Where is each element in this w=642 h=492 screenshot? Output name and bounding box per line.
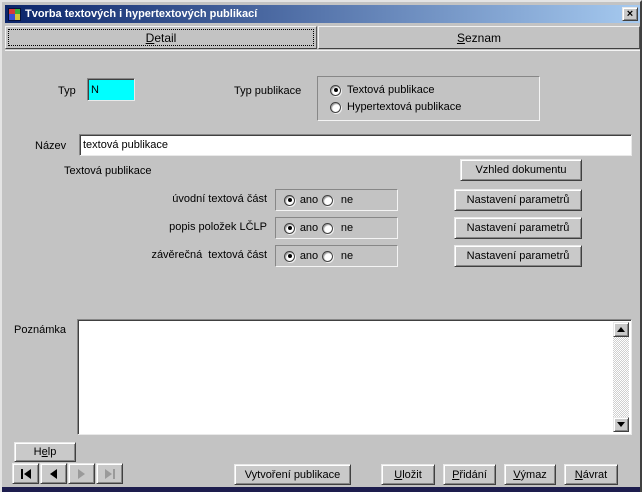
uvodni-cast-label: úvodní textová část xyxy=(62,193,267,205)
radio-ne-icon[interactable] xyxy=(322,223,333,234)
radio-ano-label: ano xyxy=(296,194,322,206)
radio-label: Hypertextová publikace xyxy=(347,101,461,113)
tab-seznam-label: Seznam xyxy=(457,31,501,45)
radio-ne-label: ne xyxy=(334,222,360,234)
nazev-input[interactable] xyxy=(79,134,632,156)
typ-input[interactable] xyxy=(87,78,135,101)
poznamka-memo-text xyxy=(80,322,611,432)
app-icon xyxy=(8,8,21,21)
prev-record-icon[interactable] xyxy=(40,463,67,484)
radio-ano-icon[interactable] xyxy=(284,251,295,262)
radio-ne-label: ne xyxy=(334,250,360,262)
radio-option-hypertextova-publikace[interactable]: Hypertextová publikace xyxy=(330,101,539,113)
typ-publikace-label: Typ publikace xyxy=(234,85,301,97)
nazev-label: Název xyxy=(35,140,66,152)
radio-ne-icon[interactable] xyxy=(322,195,333,206)
section-heading: Textová publikace xyxy=(64,165,151,177)
tab-detail[interactable]: Detail xyxy=(5,26,317,49)
radio-ano-label: ano xyxy=(296,222,322,234)
window-title: Tvorba textových i hypertextových publik… xyxy=(25,8,618,20)
zaverecna-cast-radio-panel: ano ne xyxy=(275,245,398,267)
radio-icon xyxy=(330,85,341,96)
radio-ano-icon[interactable] xyxy=(284,195,295,206)
radio-ano-icon[interactable] xyxy=(284,223,295,234)
vzhled-dokumentu-button[interactable]: Vzhled dokumentu xyxy=(460,159,582,181)
radio-ano-label: ano xyxy=(296,250,322,262)
tab-seznam[interactable]: Seznam xyxy=(318,26,640,49)
nastaveni-parametru-button-2[interactable]: Nastavení parametrů xyxy=(454,217,582,239)
tab-detail-label: Detail xyxy=(146,31,177,45)
popis-polozek-label: popis položek LČLP xyxy=(62,221,267,233)
memo-scrollbar[interactable] xyxy=(613,322,629,432)
ulozit-button[interactable]: Uložit xyxy=(381,464,435,485)
vytvoreni-publikace-button[interactable]: Vytvoření publikace xyxy=(234,464,351,485)
popis-polozek-radio-panel: ano ne xyxy=(275,217,398,239)
close-icon[interactable]: × xyxy=(622,7,638,21)
typ-label: Typ xyxy=(58,85,76,97)
zaverecna-cast-label: závěrečná textová část xyxy=(62,249,267,261)
radio-ne-label: ne xyxy=(334,194,360,206)
navrat-button[interactable]: Návrat xyxy=(564,464,618,485)
dialog-window: Tvorba textových i hypertextových publik… xyxy=(0,0,642,492)
tabbar-highlight xyxy=(5,50,641,51)
poznamka-memo[interactable] xyxy=(77,319,632,435)
uvodni-cast-radio-panel: ano ne xyxy=(275,189,398,211)
radio-option-textova-publikace[interactable]: Textová publikace xyxy=(330,84,539,96)
radio-ne-icon[interactable] xyxy=(322,251,333,262)
next-record-icon[interactable] xyxy=(68,463,95,484)
last-record-icon[interactable] xyxy=(96,463,123,484)
radio-label: Textová publikace xyxy=(347,84,434,96)
titlebar[interactable]: Tvorba textových i hypertextových publik… xyxy=(5,5,641,23)
nastaveni-parametru-button-3[interactable]: Nastavení parametrů xyxy=(454,245,582,267)
vymaz-button[interactable]: Výmaz xyxy=(504,464,556,485)
publication-type-group: Textová publikace Hypertextová publikace xyxy=(317,76,540,121)
pridani-button[interactable]: Přidání xyxy=(443,464,496,485)
first-record-icon[interactable] xyxy=(12,463,39,484)
window-bottom-edge xyxy=(2,487,640,492)
radio-icon xyxy=(330,102,341,113)
nastaveni-parametru-button-1[interactable]: Nastavení parametrů xyxy=(454,189,582,211)
scroll-down-icon[interactable] xyxy=(613,417,629,432)
help-button[interactable]: Help xyxy=(14,442,76,462)
poznamka-label: Poznámka xyxy=(14,324,66,336)
scroll-up-icon[interactable] xyxy=(613,322,629,337)
